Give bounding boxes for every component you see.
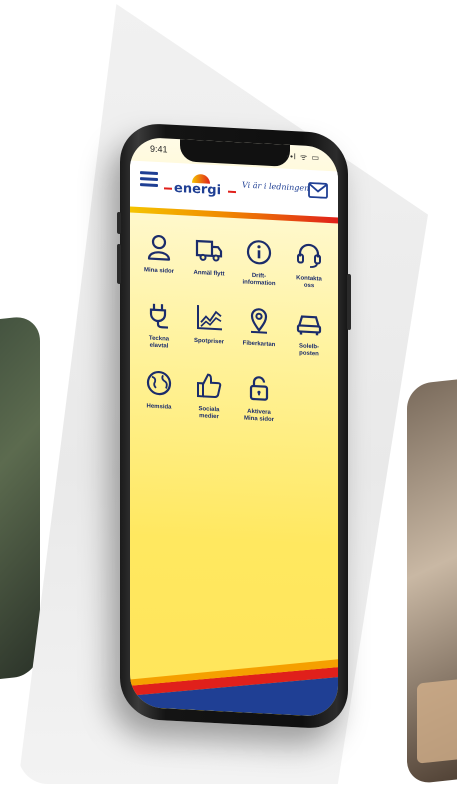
- car-icon: [296, 315, 322, 336]
- status-icons: ••l ᯤ ▭: [286, 151, 320, 163]
- map-pin-icon: [250, 308, 268, 334]
- tile-label: Kontakta oss: [296, 275, 322, 290]
- volume-button: [117, 211, 121, 235]
- tile-hemsida[interactable]: Hemsida: [134, 367, 184, 420]
- mail-icon[interactable]: [308, 182, 328, 199]
- tile-label: Drift- information: [242, 272, 276, 288]
- thumbs-up-icon: [197, 373, 222, 399]
- tile-sociala-medier[interactable]: Sociala medier: [184, 369, 234, 422]
- tile-label: Anmäl flytt: [193, 269, 225, 278]
- background-photo-right: [407, 375, 457, 785]
- phone-notch: [180, 139, 290, 167]
- tile-driftinformation[interactable]: Drift- information: [234, 236, 284, 289]
- headset-icon: [297, 243, 321, 268]
- tile-fiberkartan[interactable]: Fiberkartan: [234, 304, 284, 357]
- status-time: 9:41: [150, 143, 168, 155]
- tile-label: Fiberkartan: [242, 340, 276, 349]
- tile-anmal-flytt[interactable]: Anmäl flytt: [184, 233, 234, 286]
- phone-mockup: 9:41 ••l ᯤ ▭ energi Vi är i ledningen Mi…: [117, 122, 351, 730]
- plug-icon: [149, 303, 168, 329]
- bottom-stripes: [130, 658, 338, 718]
- info-icon: [246, 240, 272, 265]
- tagline: Vi är i ledningen: [242, 180, 310, 193]
- hamburger-icon[interactable]: [140, 171, 158, 188]
- tile-aktivera-mina-sidor[interactable]: Aktivera Mina sidor: [234, 372, 284, 425]
- volume-button-2: [117, 243, 121, 285]
- chart-icon: [197, 305, 222, 331]
- tile-teckna-elavtal[interactable]: Teckna elavtal: [134, 299, 184, 352]
- tile-label: Mina sidor: [143, 267, 174, 275]
- tile-label: Sociala medier: [198, 406, 220, 421]
- tile-label: Teckna elavtal: [148, 335, 170, 350]
- power-button: [347, 273, 351, 331]
- tile-kontakta-oss[interactable]: Kontakta oss: [284, 239, 334, 292]
- phone-screen: 9:41 ••l ᯤ ▭ energi Vi är i ledningen Mi…: [130, 136, 338, 718]
- tile-mina-sidor[interactable]: Mina sidor: [134, 231, 184, 284]
- unlock-icon: [249, 376, 269, 401]
- energi-logo: energi: [164, 173, 240, 201]
- menu-grid: Mina sidor Anmäl flytt Drift- informatio…: [134, 231, 334, 427]
- tile-solelbposten[interactable]: Solelb- posten: [284, 307, 334, 360]
- truck-icon: [195, 239, 223, 262]
- tile-label: Spotpriser: [193, 337, 224, 346]
- tile-label: Aktivera Mina sidor: [243, 408, 274, 424]
- tile-spotpriser[interactable]: Spotpriser: [184, 301, 234, 354]
- logo-text: energi: [174, 180, 222, 199]
- tile-label: Solelb- posten: [298, 343, 319, 358]
- globe-icon: [146, 370, 172, 396]
- background-photo-left: [0, 314, 40, 686]
- tile-label: Hemsida: [146, 403, 172, 411]
- user-icon: [147, 234, 171, 261]
